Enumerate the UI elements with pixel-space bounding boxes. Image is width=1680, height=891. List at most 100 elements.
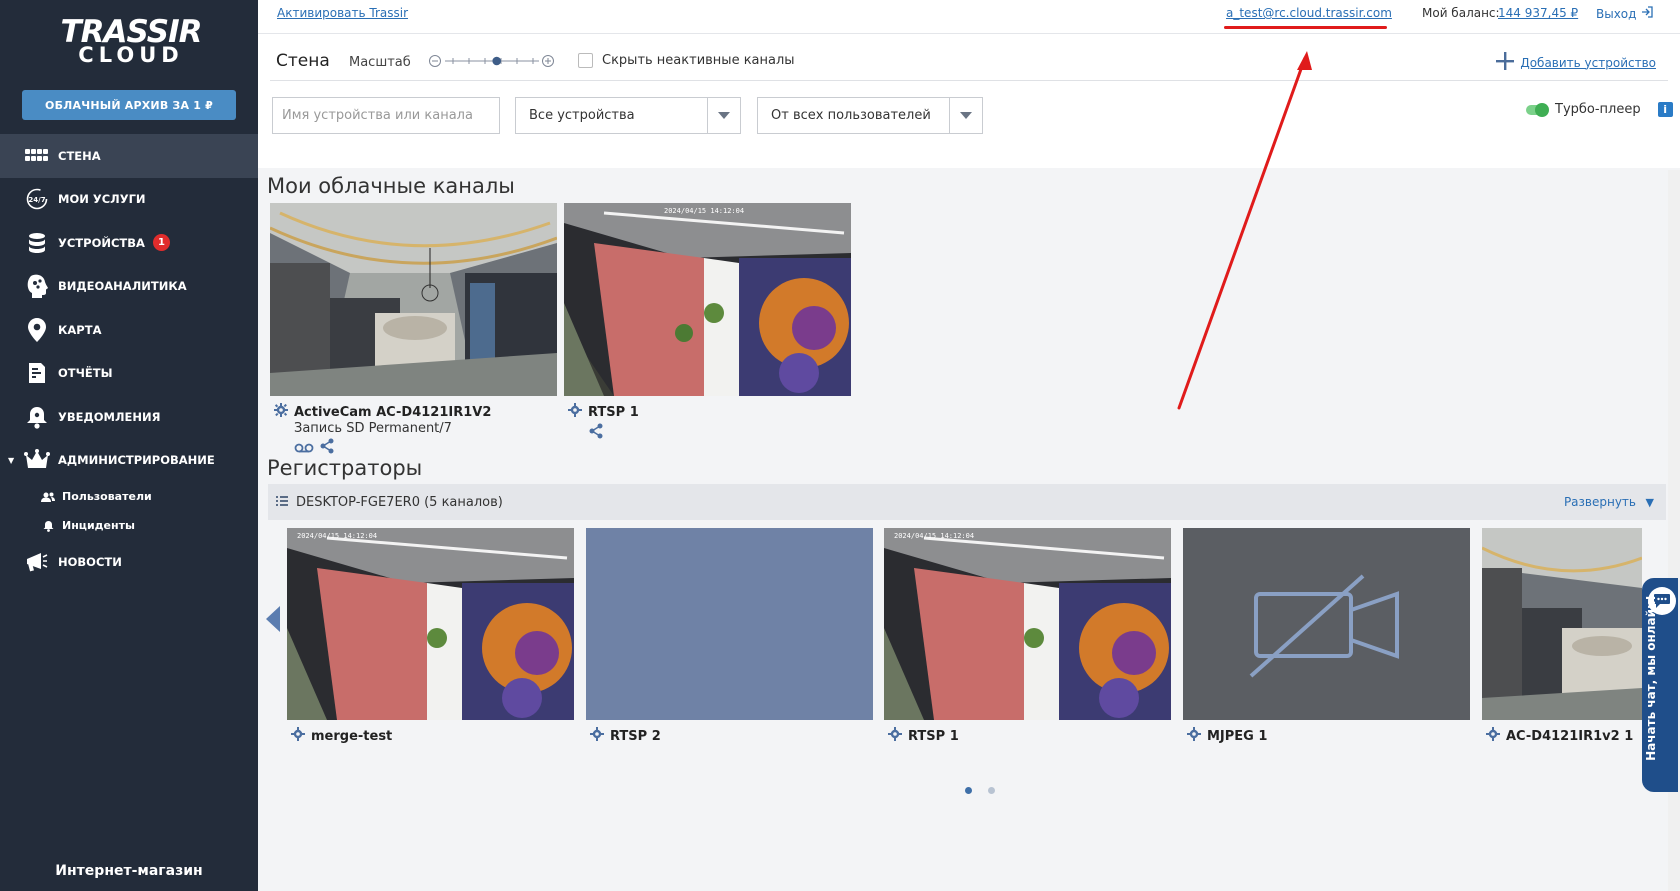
add-device-label: Добавить устройство <box>1520 55 1656 70</box>
channel-label: ActiveCam AC-D4121IR1V2 <box>274 403 557 421</box>
hide-inactive-toggle[interactable]: Скрыть неактивные каналы <box>578 53 795 68</box>
sidebar-item-news[interactable]: НОВОСТИ <box>0 540 258 584</box>
camera-preview-office[interactable] <box>1482 528 1642 720</box>
sidebar-item-devices[interactable]: УСТРОЙСТВА 1 <box>0 221 258 265</box>
channel-name: merge-test <box>311 728 393 744</box>
zoom-knob <box>492 56 501 66</box>
camera-preview-corridor[interactable]: 2024/04/15 14:12:04 <box>884 528 1171 720</box>
registrar-channel-tile[interactable]: MJPEG 1 <box>1183 528 1470 745</box>
cloud-archive-promo-button[interactable]: ОБЛАЧНЫЙ АРХИВ ЗА 1 ₽ <box>22 90 236 120</box>
zoom-out-icon <box>429 55 441 67</box>
bell-small-icon <box>40 520 56 532</box>
sidebar-subitem-label: Пользователи <box>62 490 152 503</box>
database-icon <box>24 230 50 256</box>
channel-label: RTSP 1 <box>568 403 851 421</box>
balance-value-link[interactable]: 144 937,45 ₽ <box>1498 6 1578 20</box>
channel-name: RTSP 2 <box>610 728 661 744</box>
channel-label: MJPEG 1 <box>1187 727 1470 745</box>
annotation-underline <box>1224 26 1387 29</box>
registrar-channel-tile[interactable]: RTSP 2 <box>586 528 873 745</box>
sidebar-item-services[interactable]: 24/7 МОИ УСЛУГИ <box>0 178 258 222</box>
sidebar-item-label: УСТРОЙСТВА <box>58 235 145 250</box>
user-filter-value: От всех пользователей <box>771 108 931 123</box>
expand-link[interactable]: Развернуть <box>1564 495 1636 509</box>
expand-caret-icon[interactable]: ▼ <box>1646 496 1654 509</box>
chat-widget-tab[interactable]: Начать чат, мы онлайн! <box>1642 578 1678 792</box>
map-pin-icon <box>24 317 50 343</box>
channel-label: AC-D4121IR1v2 1 <box>1486 727 1642 745</box>
sidebar-item-label: НОВОСТИ <box>58 554 122 569</box>
analytics-head-icon <box>24 273 50 299</box>
account-email-link[interactable]: a_test@rc.cloud.trassir.com <box>1226 6 1392 20</box>
registrar-channel-tile[interactable]: AC-D4121IR1v2 1 <box>1482 528 1642 745</box>
device-filter-select[interactable]: Все устройства <box>515 97 741 134</box>
camera-preview-empty[interactable] <box>586 528 873 720</box>
share-icon[interactable] <box>588 423 604 443</box>
gear-icon[interactable] <box>291 727 305 745</box>
search-input[interactable]: Имя устройства или канала <box>272 97 500 134</box>
carousel-prev-arrow[interactable] <box>266 606 280 636</box>
share-icon[interactable] <box>319 438 335 458</box>
trassir-cloud-logo[interactable]: TRASSIR CLOUD <box>42 16 220 66</box>
wall-toolbar: Стена Масштаб Скрыть неактивные каналы Д… <box>258 34 1680 82</box>
registrar-channel-tile[interactable]: 2024/04/15 14:12:04 merge-test <box>287 528 574 745</box>
activate-trassir-link[interactable]: Активировать Trassir <box>277 6 408 20</box>
channel-name: ActiveCam AC-D4121IR1V2 <box>294 404 492 420</box>
gear-icon[interactable] <box>1486 727 1500 745</box>
sidebar-item-wall[interactable]: СТЕНА <box>0 134 258 178</box>
sidebar-item-map[interactable]: КАРТА <box>0 308 258 352</box>
registrar-name: DESKTOP-FGE7ER0 (5 каналов) <box>296 494 503 510</box>
camera-preview-no-video[interactable] <box>1183 528 1470 720</box>
camera-preview-office[interactable] <box>270 203 557 396</box>
registrar-header[interactable]: DESKTOP-FGE7ER0 (5 каналов) Развернуть ▼ <box>268 484 1666 520</box>
zoom-in-icon <box>542 55 554 67</box>
page-dot[interactable] <box>988 787 995 794</box>
camera-preview-corridor[interactable]: 2024/04/15 14:12:04 <box>564 203 851 396</box>
crown-icon <box>24 447 50 473</box>
sidebar-item-label: КАРТА <box>58 322 102 337</box>
turbo-player-toggle[interactable]: Турбо-плеер i <box>1526 102 1673 117</box>
bell-icon <box>24 404 50 430</box>
scale-label: Масштаб <box>349 55 411 70</box>
channel-record-mode: Запись SD Permanent/7 <box>294 421 452 436</box>
sidebar-item-reports[interactable]: ОТЧЁТЫ <box>0 352 258 396</box>
dropdown-arrow-icon <box>707 98 740 133</box>
sidebar-item-administration[interactable]: ▼ АДМИНИСТРИРОВАНИЕ <box>0 439 258 483</box>
cloud-channel-tile[interactable]: 2024/04/15 14:12:04 RTSP 1 <box>564 203 851 443</box>
channel-actions <box>294 438 557 458</box>
registrar-channel-tile[interactable]: 2024/04/15 14:12:04 RTSP 1 <box>884 528 1171 745</box>
sidebar-subitem-incidents[interactable]: Инциденты <box>0 511 258 540</box>
gear-icon[interactable] <box>590 727 604 745</box>
gear-icon[interactable] <box>1187 727 1201 745</box>
archive-tape-icon[interactable] <box>294 439 314 458</box>
page-dot-active[interactable] <box>965 787 972 794</box>
gear-icon[interactable] <box>568 403 582 421</box>
svg-text:24/7: 24/7 <box>28 196 45 204</box>
balance-label: Мой баланс: <box>1422 6 1500 20</box>
online-shop-link[interactable]: Интернет-магазин <box>0 863 258 879</box>
camera-preview-corridor[interactable]: 2024/04/15 14:12:04 <box>287 528 574 720</box>
hide-inactive-checkbox[interactable] <box>578 53 593 68</box>
cloud-channel-tile[interactable]: ActiveCam AC-D4121IR1V2 Запись SD Perman… <box>270 203 557 458</box>
dropdown-arrow-icon <box>949 98 982 133</box>
zoom-slider[interactable] <box>427 52 557 70</box>
logout-link[interactable]: Выход <box>1596 6 1654 21</box>
grid-icon <box>24 143 50 169</box>
add-device-button[interactable]: Добавить устройство <box>1496 52 1656 73</box>
user-filter-select[interactable]: От всех пользователей <box>757 97 983 134</box>
sidebar-item-video-analytics[interactable]: ВИДЕОАНАЛИТИКА <box>0 265 258 309</box>
info-icon[interactable]: i <box>1657 102 1673 117</box>
turbo-switch[interactable] <box>1526 102 1549 117</box>
caret-down-icon: ▼ <box>8 455 15 465</box>
gear-icon[interactable] <box>888 727 902 745</box>
channel-label: RTSP 2 <box>590 727 873 745</box>
sidebar-subitem-users[interactable]: Пользователи <box>0 482 258 511</box>
sidebar-subitem-label: Инциденты <box>62 519 135 532</box>
cloud-channels-title: Мои облачные каналы <box>267 174 515 198</box>
hide-inactive-label: Скрыть неактивные каналы <box>602 53 795 68</box>
carousel-pagination <box>965 787 995 794</box>
sidebar-item-notifications[interactable]: УВЕДОМЛЕНИЯ <box>0 395 258 439</box>
gear-icon[interactable] <box>274 403 288 421</box>
plus-icon <box>1496 52 1515 73</box>
channel-name: RTSP 1 <box>908 728 959 744</box>
